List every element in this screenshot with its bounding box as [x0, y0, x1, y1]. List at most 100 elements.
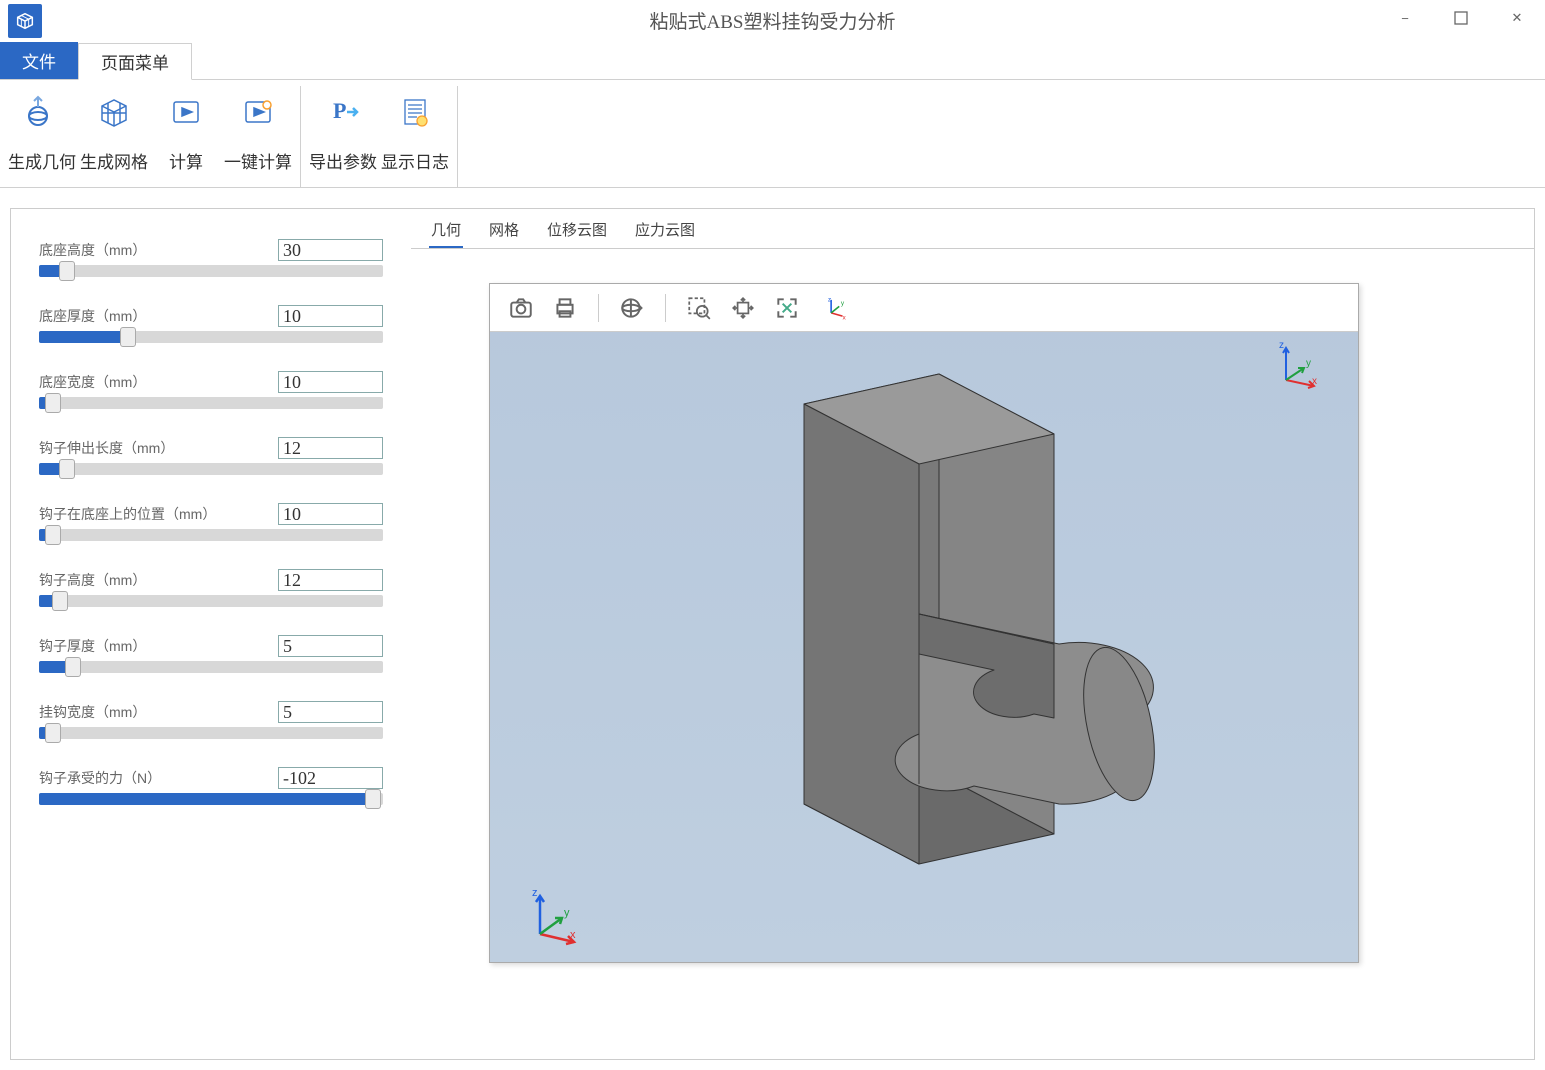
param-slider[interactable] — [39, 397, 383, 409]
app-window: 粘贴式ABS塑料挂钩受力分析 − ✕ 文件 页面菜单 生成几何 生成网格 计算 — [0, 0, 1545, 1070]
compute-button[interactable]: 计算 — [150, 86, 222, 187]
slider-thumb[interactable] — [59, 261, 75, 281]
param-slider[interactable] — [39, 331, 383, 343]
param-input[interactable] — [278, 437, 383, 459]
slider-thumb[interactable] — [59, 459, 75, 479]
param-input[interactable] — [278, 371, 383, 393]
param-label: 钩子厚度（mm） — [39, 636, 146, 656]
param-row: 底座厚度（mm） — [39, 305, 383, 343]
menubar: 文件 页面菜单 — [0, 42, 1545, 80]
param-row: 钩子厚度（mm） — [39, 635, 383, 673]
view-tab-应力云图[interactable]: 应力云图 — [633, 215, 697, 248]
close-button[interactable]: ✕ — [1489, 0, 1545, 36]
ribbon: 生成几何 生成网格 计算 一键计算 P 导出参数 显示日志 — [0, 80, 1545, 188]
slider-thumb[interactable] — [65, 657, 81, 677]
ribbon-label: 一键计算 — [224, 148, 292, 173]
view-tab-几何[interactable]: 几何 — [429, 215, 463, 248]
svg-text:x: x — [843, 314, 847, 321]
params-sidebar: 底座高度（mm） 底座厚度（mm） 底座宽度（mm） 钩子伸出长度（mm） 钩子在底座上… — [11, 209, 411, 1059]
one-click-compute-button[interactable]: 一键计算 — [222, 86, 294, 187]
axis-xyz-icon[interactable]: z y x — [816, 293, 856, 323]
slider-thumb[interactable] — [45, 393, 61, 413]
param-label: 挂钩宽度（mm） — [39, 702, 146, 722]
ribbon-label: 计算 — [169, 148, 203, 173]
param-row: 底座宽度（mm） — [39, 371, 383, 409]
svg-text:y: y — [564, 907, 570, 919]
param-slider[interactable] — [39, 529, 383, 541]
param-slider[interactable] — [39, 265, 383, 277]
axis-indicator-icon: z y x — [522, 886, 582, 946]
param-slider[interactable] — [39, 595, 383, 607]
sphere-icon[interactable] — [617, 293, 647, 323]
param-label: 钩子承受的力（N） — [39, 768, 161, 788]
view-tabs: 几何网格位移云图应力云图 — [411, 215, 1534, 249]
window-controls: − ✕ — [1377, 0, 1545, 36]
svg-text:P: P — [333, 98, 346, 123]
param-slider[interactable] — [39, 727, 383, 739]
svg-text:z: z — [532, 887, 538, 899]
zoom-select-icon[interactable] — [684, 293, 714, 323]
canvas-wrap: zyx — [411, 249, 1534, 1059]
ribbon-label: 生成网格 — [80, 148, 148, 173]
param-label: 钩子伸出长度（mm） — [39, 438, 174, 458]
ribbon-label: 生成几何 — [8, 148, 76, 173]
param-slider[interactable] — [39, 463, 383, 475]
param-input[interactable] — [278, 635, 383, 657]
svg-text:y: y — [841, 299, 845, 306]
param-row: 钩子在底座上的位置（mm） — [39, 503, 383, 541]
param-label: 钩子高度（mm） — [39, 570, 146, 590]
slider-thumb[interactable] — [52, 591, 68, 611]
ribbon-group-output: P 导出参数 显示日志 — [301, 86, 458, 187]
param-label: 钩子在底座上的位置（mm） — [39, 504, 216, 524]
view-tab-网格[interactable]: 网格 — [487, 215, 521, 248]
print-icon[interactable] — [550, 293, 580, 323]
canvas-toolbar: z y x — [490, 284, 1358, 332]
param-input[interactable] — [278, 767, 383, 789]
slider-thumb[interactable] — [365, 789, 381, 809]
show-log-button[interactable]: 显示日志 — [379, 86, 451, 187]
param-input[interactable] — [278, 239, 383, 261]
param-slider[interactable] — [39, 661, 383, 673]
generate-geometry-button[interactable]: 生成几何 — [6, 86, 78, 187]
pan-icon[interactable] — [728, 293, 758, 323]
fit-icon[interactable] — [772, 293, 802, 323]
slider-thumb[interactable] — [45, 723, 61, 743]
camera-icon[interactable] — [506, 293, 536, 323]
ribbon-label: 导出参数 — [309, 148, 377, 173]
minimize-button[interactable]: − — [1377, 0, 1433, 36]
workspace: 底座高度（mm） 底座厚度（mm） 底座宽度（mm） 钩子伸出长度（mm） 钩子在底座上… — [0, 188, 1545, 1070]
svg-text:z: z — [828, 296, 831, 303]
svg-text:x: x — [570, 929, 576, 941]
file-menu[interactable]: 文件 — [0, 42, 78, 79]
svg-text:z: z — [1279, 340, 1284, 351]
param-row: 钩子承受的力（N） — [39, 767, 383, 805]
param-input[interactable] — [278, 503, 383, 525]
param-input[interactable] — [278, 305, 383, 327]
export-params-button[interactable]: P 导出参数 — [307, 86, 379, 187]
svg-text:y: y — [1306, 358, 1311, 369]
main-panel: 底座高度（mm） 底座厚度（mm） 底座宽度（mm） 钩子伸出长度（mm） 钩子在底座上… — [10, 208, 1535, 1060]
slider-thumb[interactable] — [120, 327, 136, 347]
geometry-model — [654, 344, 1194, 924]
param-row: 钩子高度（mm） — [39, 569, 383, 607]
param-input[interactable] — [278, 701, 383, 723]
window-title: 粘贴式ABS塑料挂钩受力分析 — [650, 7, 896, 34]
page-menu-tab[interactable]: 页面菜单 — [78, 43, 192, 80]
ribbon-group-compute: 生成几何 生成网格 计算 一键计算 — [0, 86, 301, 187]
param-label: 底座厚度（mm） — [39, 306, 146, 326]
param-slider[interactable] — [39, 793, 383, 805]
generate-mesh-button[interactable]: 生成网格 — [78, 86, 150, 187]
param-label: 底座高度（mm） — [39, 240, 146, 260]
maximize-button[interactable] — [1433, 0, 1489, 36]
param-row: 钩子伸出长度（mm） — [39, 437, 383, 475]
view-tab-位移云图[interactable]: 位移云图 — [545, 215, 609, 248]
main-view: 几何网格位移云图应力云图 zyx — [411, 209, 1534, 1059]
toolbar-separator — [598, 294, 599, 322]
svg-text:x: x — [1312, 376, 1317, 387]
app-logo-icon — [8, 4, 42, 38]
param-row: 挂钩宽度（mm） — [39, 701, 383, 739]
geometry-canvas[interactable]: zyx — [489, 283, 1359, 963]
param-input[interactable] — [278, 569, 383, 591]
axis-orientation-icon: z y x — [1272, 340, 1322, 390]
slider-thumb[interactable] — [45, 525, 61, 545]
